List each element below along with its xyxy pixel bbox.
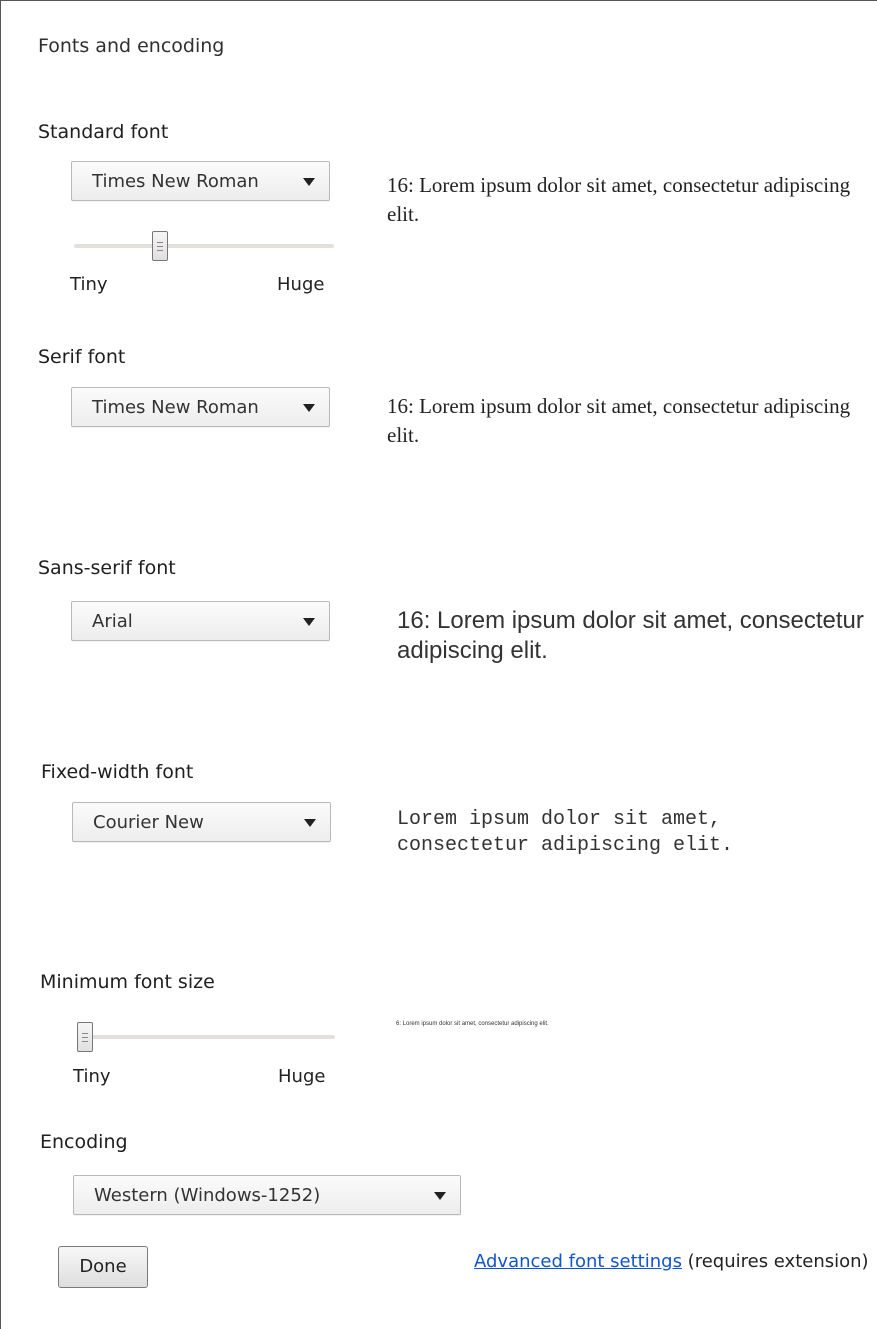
dialog-title: Fonts and encoding <box>38 35 225 57</box>
serif-font-select[interactable]: Times New Roman <box>71 387 330 427</box>
minimum-font-size-slider[interactable] <box>77 1022 335 1052</box>
fixed-width-font-preview: Lorem ipsum dolor sit amet, consectetur … <box>397 808 734 857</box>
chevron-down-icon <box>303 178 315 186</box>
slider-min-label: Tiny <box>73 1066 111 1087</box>
standard-font-value: Times New Roman <box>92 171 259 192</box>
standard-font-size-slider[interactable] <box>74 231 334 261</box>
sans-serif-font-select[interactable]: Arial <box>71 601 330 641</box>
done-button[interactable]: Done <box>58 1246 148 1288</box>
sans-serif-font-preview: 16: Lorem ipsum dolor sit amet, consecte… <box>397 607 864 664</box>
encoding-select[interactable]: Western (Windows-1252) <box>73 1175 461 1215</box>
sans-serif-font-value: Arial <box>92 611 133 632</box>
chevron-down-icon <box>303 404 315 412</box>
slider-max-label: Huge <box>278 1066 326 1087</box>
encoding-label: Encoding <box>40 1131 128 1153</box>
encoding-value: Western (Windows-1252) <box>94 1185 321 1206</box>
requires-extension-note: (requires extension) <box>681 1251 869 1272</box>
sans-serif-font-label: Sans-serif font <box>38 557 176 579</box>
fixed-width-font-label: Fixed-width font <box>41 761 194 783</box>
grip-icon <box>157 242 163 251</box>
standard-font-select[interactable]: Times New Roman <box>71 161 330 201</box>
standard-font-label: Standard font <box>38 121 169 143</box>
fixed-width-font-value: Courier New <box>93 812 204 833</box>
fixed-width-font-select[interactable]: Courier New <box>72 802 331 842</box>
slider-track <box>74 244 334 248</box>
slider-max-label: Huge <box>277 274 325 295</box>
slider-track <box>77 1035 335 1039</box>
chevron-down-icon <box>303 618 315 626</box>
serif-font-preview: 16: Lorem ipsum dolor sit amet, consecte… <box>387 394 851 447</box>
serif-font-label: Serif font <box>38 346 126 368</box>
standard-font-preview: 16: Lorem ipsum dolor sit amet, consecte… <box>387 173 851 226</box>
minimum-font-size-preview: 6: Lorem ipsum dolor sit amet, consectet… <box>396 1021 549 1027</box>
chevron-down-icon <box>434 1192 446 1200</box>
slider-min-label: Tiny <box>70 274 108 295</box>
dialog-frame: Fonts and encoding Standard font Times N… <box>0 0 877 1329</box>
advanced-font-settings-link[interactable]: Advanced font settings <box>474 1251 682 1272</box>
minimum-font-size-label: Minimum font size <box>40 971 215 993</box>
slider-thumb[interactable] <box>152 231 168 261</box>
grip-icon <box>82 1033 88 1042</box>
chevron-down-icon <box>304 819 316 827</box>
serif-font-value: Times New Roman <box>92 397 259 418</box>
advanced-font-settings-row: Advanced font settings (requires extensi… <box>474 1251 869 1272</box>
slider-thumb[interactable] <box>77 1022 93 1052</box>
